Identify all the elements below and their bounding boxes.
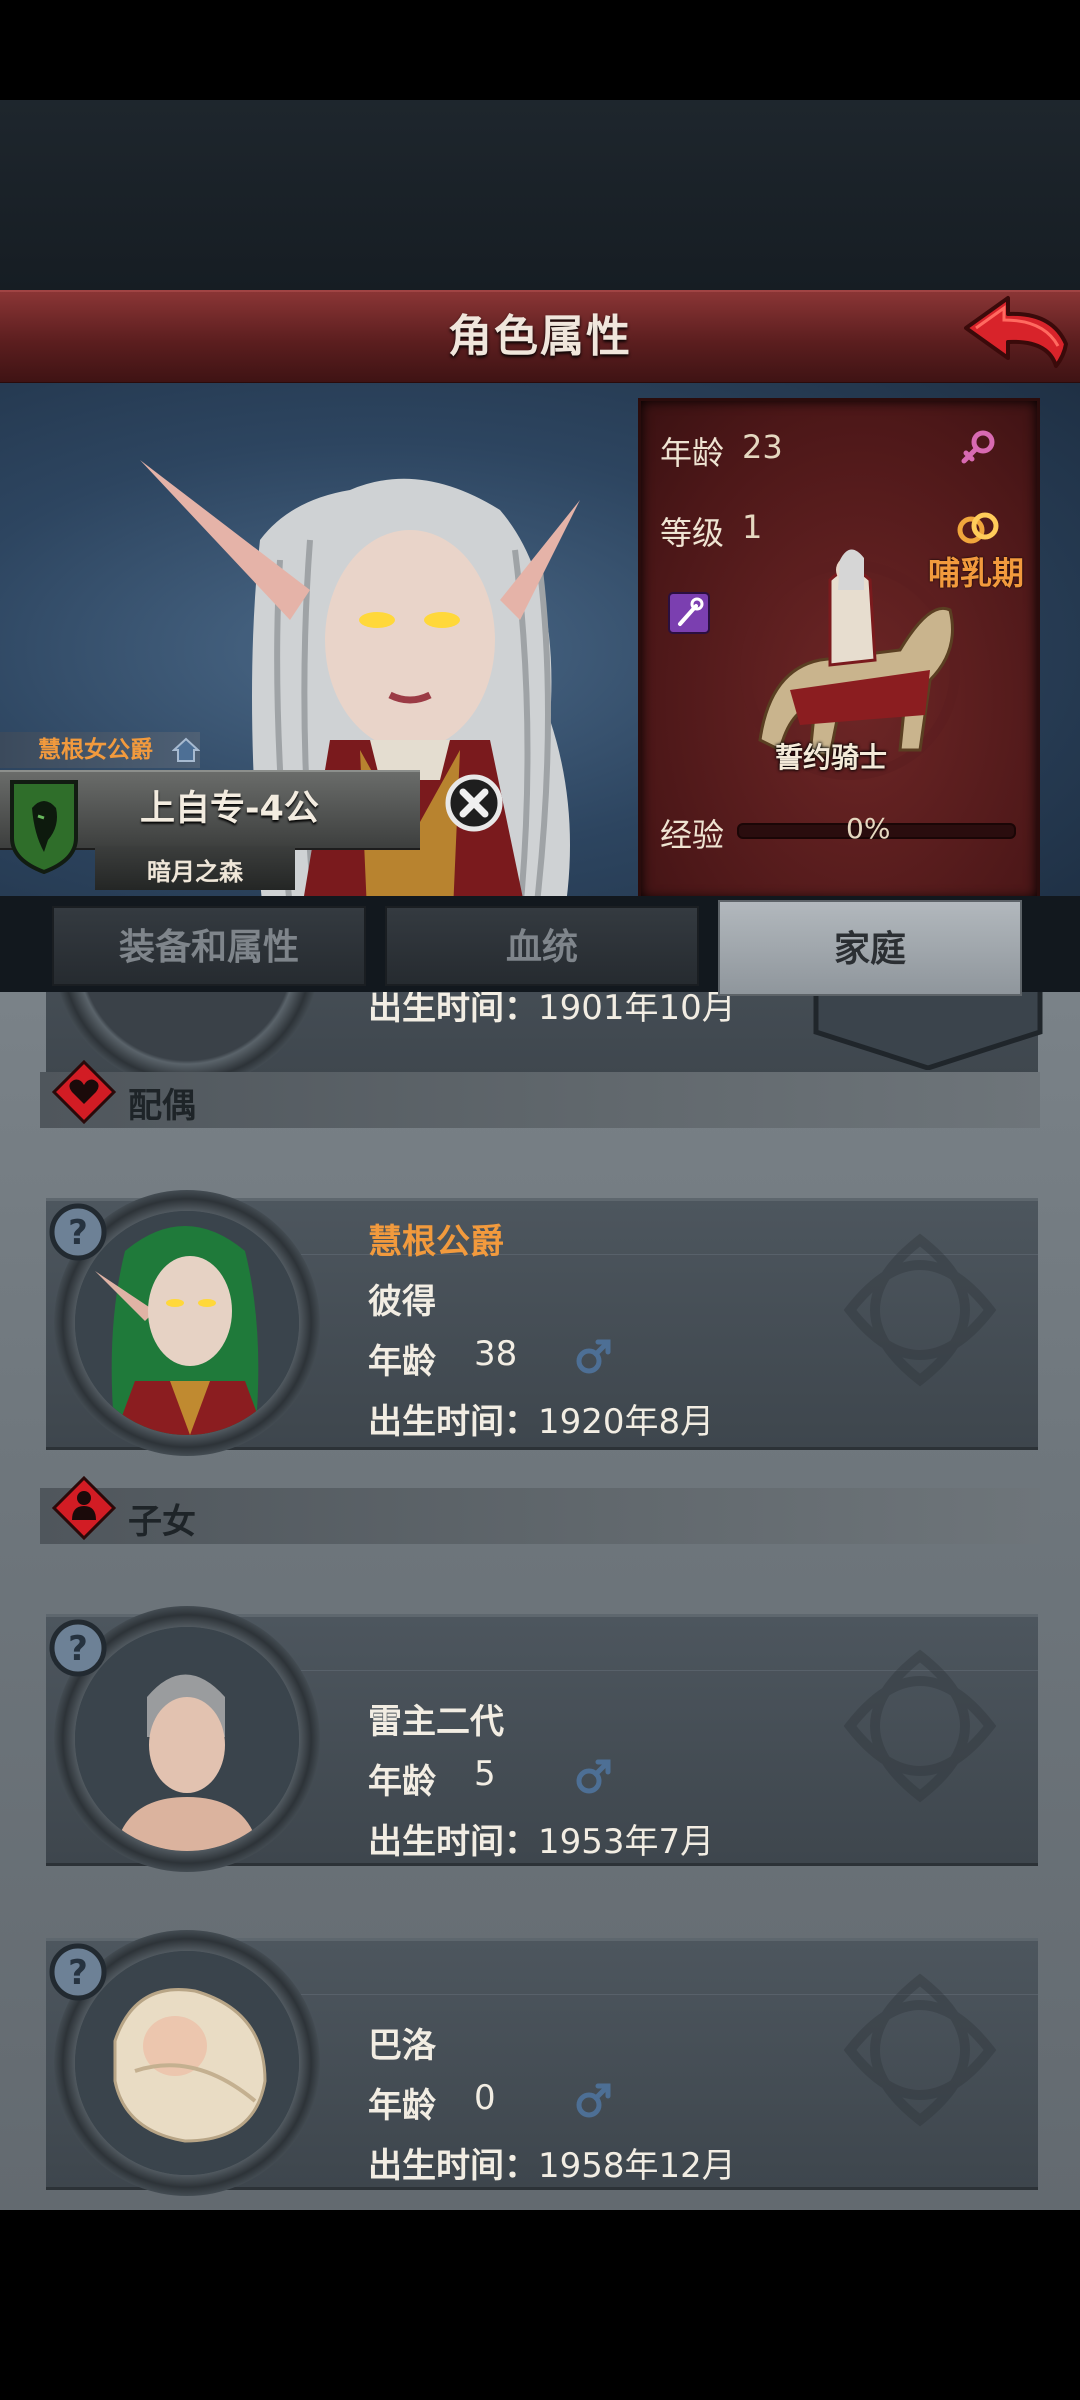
child-avatar[interactable] <box>75 1627 299 1851</box>
child-age-label: 年龄 <box>368 2086 436 2126</box>
parent-birth: 出生时间：1901年10月 <box>368 992 736 1028</box>
spouse-noble-title: 慧根公爵 <box>368 1222 504 1262</box>
class-label: 誓约骑士 <box>775 741 888 774</box>
spouse-age-label: 年龄 <box>368 1342 436 1382</box>
clan-shield-icon <box>10 780 78 874</box>
child-name: 巴洛 <box>368 2026 436 2066</box>
house-icon <box>172 737 200 762</box>
svg-text:?: ? <box>68 1213 88 1253</box>
spouse-section-label: 配偶 <box>128 1086 196 1126</box>
status-bar-area <box>0 0 1080 100</box>
page-title: 角色属性 <box>448 311 632 362</box>
character-name[interactable]: 上自专-4公 <box>140 780 400 831</box>
celtic-knot-decoration <box>843 1649 997 1803</box>
parent-side-banner <box>813 992 1043 1070</box>
close-icon[interactable] <box>445 774 503 832</box>
child-name: 雷主二代 <box>368 1702 504 1742</box>
svg-text:?: ? <box>68 1953 88 1993</box>
question-icon[interactable]: ? <box>48 1942 108 2002</box>
header-background <box>0 100 1080 290</box>
male-icon <box>576 1759 611 1794</box>
region-name: 暗月之森 <box>147 858 243 886</box>
male-icon <box>576 1339 611 1374</box>
question-icon[interactable]: ? <box>48 1618 108 1678</box>
child-birth: 出生时间：1953年7月 <box>368 1822 715 1862</box>
bottom-area <box>0 2210 1080 2400</box>
level-label: 等级 <box>660 514 725 552</box>
exp-label: 经验 <box>660 816 725 854</box>
family-panel[interactable]: 出生时间：1901年10月 配偶 ? 慧根公爵 彼得 年龄 38 出生时间：19… <box>0 992 1080 2210</box>
child-avatar[interactable] <box>75 1951 299 2175</box>
tab-bloodline[interactable]: 血统 <box>385 906 699 986</box>
female-icon <box>961 430 995 464</box>
spouse-avatar[interactable] <box>75 1211 299 1435</box>
celtic-knot-decoration <box>843 1233 997 1387</box>
celtic-knot-decoration <box>843 1973 997 2127</box>
exp-value: 0% <box>846 812 891 845</box>
tab-family[interactable]: 家庭 <box>718 900 1022 996</box>
staff-icon[interactable] <box>668 592 710 634</box>
child-age-label: 年龄 <box>368 1762 436 1802</box>
tab-equipment[interactable]: 装备和属性 <box>52 906 366 986</box>
child-age: 0 <box>474 2078 496 2118</box>
question-icon[interactable]: ? <box>48 1202 108 1262</box>
male-icon <box>576 2083 611 2118</box>
spouse-age: 38 <box>474 1334 518 1374</box>
children-section-label: 子女 <box>128 1502 196 1542</box>
spouse-birth: 出生时间：1920年8月 <box>368 1402 715 1442</box>
child-age: 5 <box>474 1754 496 1794</box>
back-arrow-icon[interactable] <box>960 292 1072 374</box>
child-icon <box>52 1476 116 1540</box>
age-label: 年龄 <box>660 434 725 472</box>
heart-icon <box>52 1060 116 1124</box>
noble-title-tag: 慧根女公爵 <box>0 732 200 768</box>
svg-text:?: ? <box>68 1629 88 1669</box>
age-value: 23 <box>742 428 783 466</box>
spouse-name: 彼得 <box>368 1282 436 1322</box>
child-birth: 出生时间：1958年12月 <box>368 2146 736 2186</box>
